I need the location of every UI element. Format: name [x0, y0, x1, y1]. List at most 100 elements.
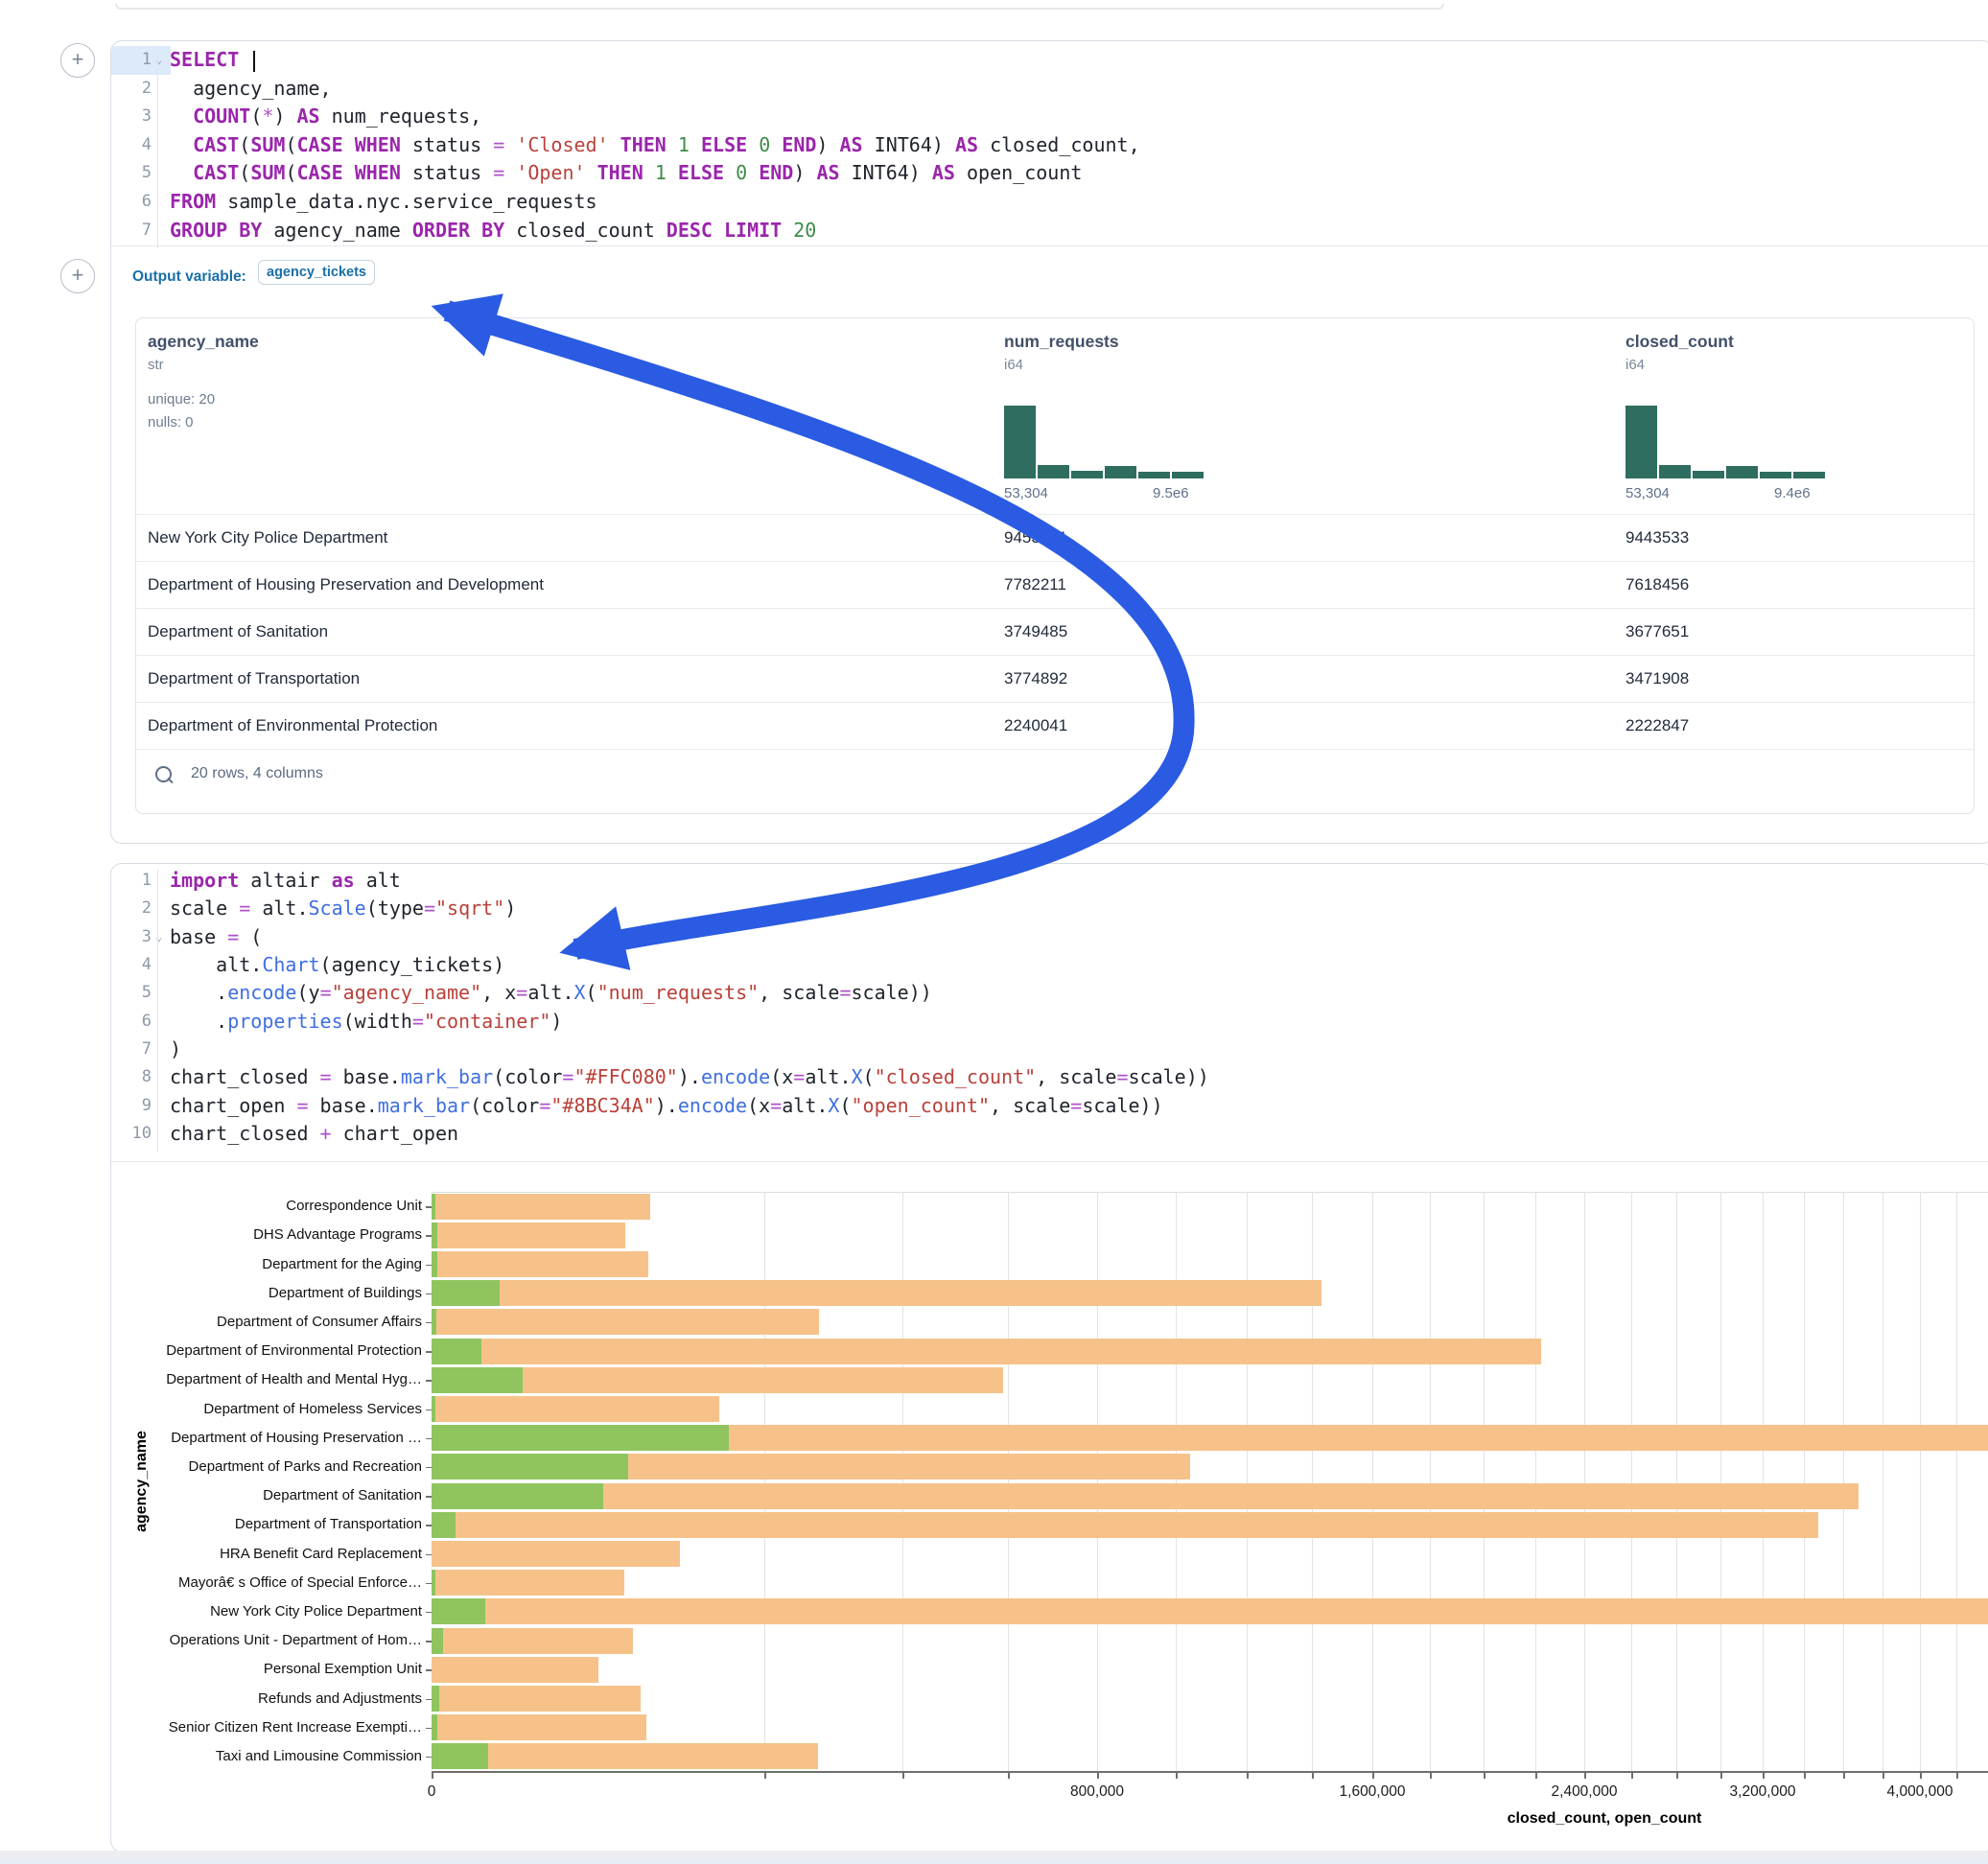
token: = — [493, 133, 504, 156]
token: ) — [793, 161, 816, 184]
histogram-bar — [1138, 472, 1170, 478]
token: X — [852, 1065, 863, 1088]
line-number: 1 — [111, 867, 152, 895]
code-line: 7GROUP BY agency_name ORDER BY closed_co… — [111, 217, 1988, 245]
token: chart_open — [332, 1122, 458, 1145]
token: = — [320, 1065, 332, 1088]
code-tokens: CAST(SUM(CASE WHEN status = 'Closed' THE… — [170, 131, 1140, 160]
histogram-max-label: 9.4e6 — [1774, 485, 1811, 501]
token — [770, 133, 782, 156]
token: SUM — [250, 133, 285, 156]
token: ( — [586, 981, 597, 1004]
token: Chart — [262, 953, 319, 976]
token: (width — [343, 1010, 412, 1033]
token: mark_bar — [401, 1065, 493, 1088]
token: chart_closed — [170, 1122, 320, 1145]
token: = — [239, 897, 250, 920]
token: alt. — [527, 981, 573, 1004]
token: (color — [470, 1094, 539, 1117]
add-cell-button-output[interactable]: + — [60, 259, 95, 293]
token: (y — [296, 981, 319, 1004]
token — [782, 219, 793, 242]
line-number: 7 — [111, 217, 152, 245]
token: ) — [550, 1010, 562, 1033]
token: SUM — [250, 161, 285, 184]
histogram-bar — [1038, 465, 1069, 478]
histogram-bar — [1693, 471, 1724, 478]
token: encode — [227, 981, 296, 1004]
token: closed_count, — [978, 133, 1140, 156]
code-line: 7) — [111, 1036, 1988, 1063]
histogram-bar — [1726, 466, 1758, 478]
token: , x — [481, 981, 516, 1004]
token: "#8BC34A" — [550, 1094, 654, 1117]
token: num_requests, — [320, 105, 482, 128]
table-cell: Department of Sanitation — [148, 608, 328, 655]
code-output-separator — [111, 1161, 1988, 1162]
add-cell-button-top[interactable]: + — [60, 43, 95, 78]
column-type: i64 — [1004, 357, 1023, 373]
table-row: Department of Housing Preservation and D… — [136, 561, 1974, 608]
token: THEN — [597, 161, 643, 184]
token — [690, 133, 701, 156]
token: altair — [239, 869, 331, 892]
token: "agency_name" — [332, 981, 482, 1004]
token: = — [539, 1094, 550, 1117]
token: END — [782, 133, 816, 156]
token: = — [839, 981, 851, 1004]
table-row: New York City Police Department945313194… — [136, 514, 1974, 561]
line-number: 5 — [111, 159, 152, 188]
text-cursor — [253, 51, 255, 72]
token: import — [170, 869, 239, 892]
code-output-separator — [111, 245, 1988, 246]
sql-cell: 1⌄SELECT 2 agency_name,3 COUNT(*) AS num… — [110, 40, 1988, 844]
token: (x — [770, 1065, 793, 1088]
output-variable-label: Output variable: — [132, 268, 246, 286]
token: 1 — [655, 161, 667, 184]
table-cell: 2240041 — [1004, 702, 1067, 749]
line-number: 4 — [111, 951, 152, 979]
cell-gap-strip — [0, 1851, 1988, 1860]
table-cell: New York City Police Department — [148, 514, 387, 561]
line-number: 6 — [111, 188, 152, 217]
token: CASE — [296, 133, 342, 156]
code-line: 10chart_closed + chart_open — [111, 1120, 1988, 1148]
token: agency_name — [262, 219, 412, 242]
token: FROM — [170, 190, 216, 213]
output-variable-badge[interactable]: agency_tickets — [258, 260, 375, 285]
line-number: 2 — [111, 75, 152, 104]
token: AS — [932, 161, 955, 184]
token: "container" — [424, 1010, 550, 1033]
table-cell: 3677651 — [1625, 608, 1689, 655]
dataframe-output-card: 20 rows, 4 columns agency_namestrunique:… — [135, 317, 1975, 814]
line-number: 4 — [111, 131, 152, 160]
line-number: 9 — [111, 1092, 152, 1120]
code-tokens: .encode(y="agency_name", x=alt.X("num_re… — [170, 979, 932, 1007]
token: properties — [227, 1010, 342, 1033]
token: 'Open' — [516, 161, 585, 184]
token: = — [1070, 1094, 1082, 1117]
token: CAST — [193, 133, 239, 156]
token: = — [1116, 1065, 1128, 1088]
token — [504, 133, 516, 156]
token — [239, 48, 250, 71]
histogram-bar — [1760, 472, 1791, 478]
code-tokens: chart_closed + chart_open — [170, 1120, 458, 1148]
histogram-bar — [1625, 406, 1657, 478]
token — [713, 219, 724, 242]
token: ( — [863, 1065, 875, 1088]
token — [609, 133, 620, 156]
code-line: 1⌄SELECT — [111, 46, 1988, 75]
previous-cell-edge — [115, 4, 1444, 10]
token — [747, 133, 759, 156]
token: "open_count" — [852, 1094, 991, 1117]
token: scale)) — [852, 981, 932, 1004]
token: = — [562, 1065, 573, 1088]
token: , scale — [990, 1094, 1070, 1117]
histogram-min-label: 53,304 — [1004, 485, 1048, 501]
token: = — [770, 1094, 782, 1117]
token: "sqrt" — [435, 897, 504, 920]
code-line: 4 CAST(SUM(CASE WHEN status = 'Closed' T… — [111, 131, 1988, 160]
table-cell: 9453131 — [1004, 514, 1067, 561]
token: , scale — [1036, 1065, 1116, 1088]
